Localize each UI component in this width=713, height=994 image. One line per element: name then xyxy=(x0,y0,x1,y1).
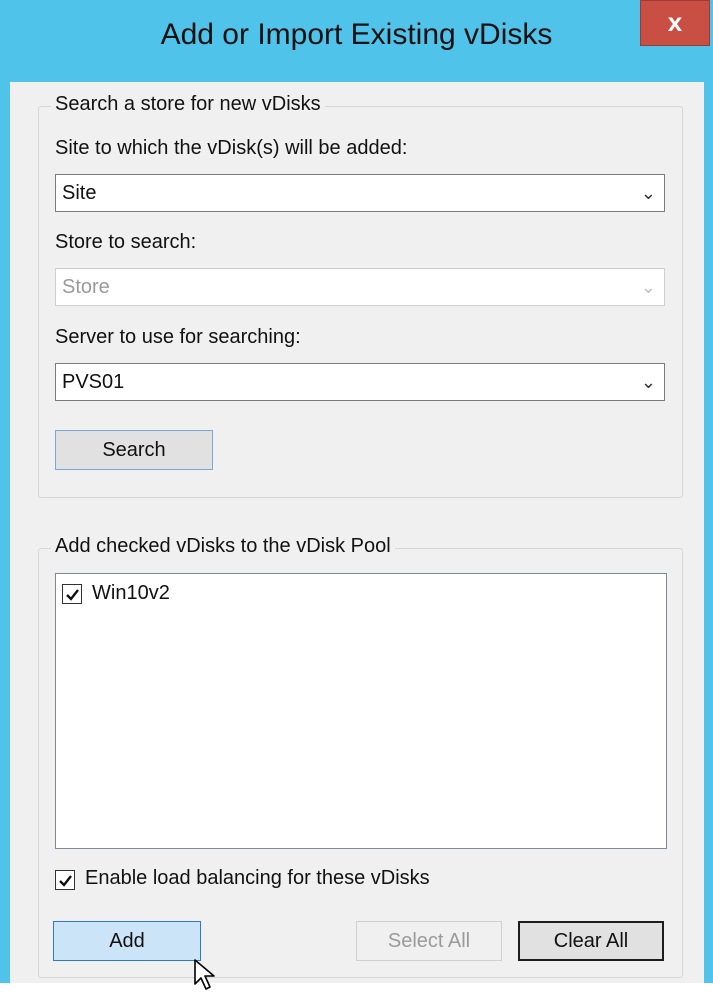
list-item[interactable]: Win10v2 xyxy=(62,582,362,608)
pool-group: Add checked vDisks to the vDisk Pool Win… xyxy=(38,535,683,978)
search-group: Search a store for new vDisks Site to wh… xyxy=(38,93,683,498)
pool-group-legend: Add checked vDisks to the vDisk Pool xyxy=(51,535,395,558)
add-button[interactable]: Add xyxy=(53,921,201,961)
dialog-window: Add or Import Existing vDisks x Search a… xyxy=(0,0,713,990)
vdisk-item-label: Win10v2 xyxy=(92,582,170,604)
chevron-down-icon: ⌄ xyxy=(640,372,656,392)
close-button[interactable]: x xyxy=(640,0,710,46)
site-label: Site to which the vDisk(s) will be added… xyxy=(55,137,408,159)
store-label: Store to search: xyxy=(55,231,197,253)
mouse-pointer-icon xyxy=(194,959,215,990)
chevron-down-icon: ⌄ xyxy=(640,183,656,203)
check-icon xyxy=(66,589,79,601)
search-button[interactable]: Search xyxy=(55,430,213,470)
check-icon xyxy=(59,875,72,887)
search-group-legend: Search a store for new vDisks xyxy=(51,93,325,116)
site-select-value: Site xyxy=(62,182,97,204)
close-icon: x xyxy=(667,7,683,37)
server-select-value: PVS01 xyxy=(62,371,125,393)
title-bar[interactable]: Add or Import Existing vDisks x xyxy=(0,0,713,82)
dialog-title: Add or Import Existing vDisks xyxy=(160,18,553,51)
server-label: Server to use for searching: xyxy=(55,326,301,348)
chevron-down-icon: ⌄ xyxy=(640,277,656,297)
site-select[interactable]: Site ⌄ xyxy=(55,174,665,212)
vdisk-list[interactable]: Win10v2 xyxy=(55,573,667,849)
load-balancing-checkbox[interactable] xyxy=(55,870,75,890)
dialog-body: Search a store for new vDisks Site to wh… xyxy=(10,82,704,990)
store-select-value: Store xyxy=(62,276,110,298)
select-all-button[interactable]: Select All xyxy=(356,921,502,961)
server-select[interactable]: PVS01 ⌄ xyxy=(55,363,665,401)
clear-all-button[interactable]: Clear All xyxy=(518,921,664,961)
load-balancing-label: Enable load balancing for these vDisks xyxy=(85,867,430,889)
store-select: Store ⌄ xyxy=(55,268,665,306)
load-balancing-row[interactable]: Enable load balancing for these vDisks xyxy=(55,867,555,893)
vdisk-checkbox[interactable] xyxy=(62,584,82,604)
